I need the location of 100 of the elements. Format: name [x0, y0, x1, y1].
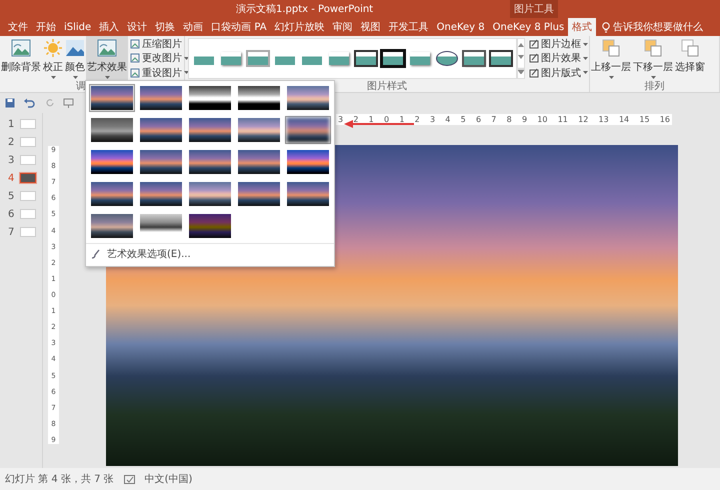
effect-thumbnail[interactable]	[138, 84, 184, 112]
ruler-number: 15	[639, 115, 650, 124]
scroll-up-icon[interactable]	[518, 43, 524, 48]
ruler-number: 13	[598, 115, 609, 124]
ribbon-tab[interactable]: 审阅	[328, 18, 357, 36]
effect-thumbnail[interactable]	[236, 84, 282, 112]
effect-thumbnail[interactable]	[138, 116, 184, 144]
ribbon-tab[interactable]: 开始	[32, 18, 60, 36]
ribbon-tab[interactable]: OneKey 8	[432, 18, 489, 36]
slide-thumbnail[interactable]	[20, 173, 36, 183]
ruler-number: 9	[522, 115, 528, 124]
layers-icon	[680, 38, 700, 58]
ruler-number: 2	[414, 115, 420, 124]
pencil-frame-icon	[529, 39, 539, 50]
slide-thumbnail[interactable]	[20, 137, 36, 147]
group-label: 排列	[644, 81, 666, 92]
ribbon-button[interactable]: 图片边框	[529, 37, 588, 52]
ribbon-button[interactable]: 下移一层	[632, 36, 674, 81]
ribbon-tab[interactable]: 格式	[568, 18, 596, 36]
ribbon-tab[interactable]: 动画	[179, 18, 208, 36]
ribbon-button[interactable]: 校正	[42, 36, 64, 81]
ribbon-tab[interactable]: 视图	[356, 18, 385, 36]
picture-icon	[130, 39, 140, 50]
effect-thumbnail[interactable]	[187, 148, 233, 176]
ribbon-button[interactable]: 上移一层	[590, 36, 632, 81]
ribbon-tab[interactable]: OneKey 8 Plus	[488, 18, 568, 36]
ribbon-button[interactable]: 更改图片	[130, 51, 189, 66]
ruler-number: 1	[399, 115, 404, 124]
ruler-number: 4	[445, 115, 450, 124]
ribbon-tab[interactable]: iSlide	[60, 18, 96, 36]
ribbon-tab[interactable]: 开发工具	[384, 18, 433, 36]
ruler-number: 8	[506, 115, 512, 124]
slide-number: 7	[8, 226, 15, 238]
presentation-icon[interactable]	[63, 98, 74, 108]
effect-thumbnail[interactable]	[89, 212, 135, 240]
language-label[interactable]: 中文(中国)	[144, 472, 192, 486]
effect-thumbnail[interactable]	[89, 84, 135, 112]
ruler-number: 16	[660, 115, 670, 124]
effect-thumbnail[interactable]	[236, 180, 282, 208]
effect-thumbnail[interactable]	[285, 116, 331, 144]
slide-thumbnail[interactable]	[20, 209, 36, 219]
effect-thumbnail[interactable]	[285, 180, 331, 208]
effect-thumbnail[interactable]	[89, 148, 135, 176]
tell-me-field[interactable]: 告诉我你想要做什么	[602, 18, 704, 36]
effect-thumbnail[interactable]	[236, 148, 282, 176]
ruler-number: 10	[537, 115, 548, 124]
slide-thumbnail[interactable]	[20, 227, 36, 237]
picture-style-thumbnail[interactable]	[408, 49, 432, 68]
slide-thumbnail[interactable]	[20, 155, 36, 165]
menu-item[interactable]: 艺术效果选项(E)...	[86, 243, 334, 266]
ruler-number: 3	[430, 115, 436, 124]
undo-icon[interactable]	[23, 98, 37, 108]
scroll-down-icon[interactable]	[518, 55, 524, 60]
ribbon-tab[interactable]: 设计	[123, 18, 152, 36]
effect-thumbnail[interactable]	[138, 148, 184, 176]
slide-thumbnail[interactable]	[20, 191, 36, 201]
ribbon-button[interactable]: 压缩图片	[130, 37, 189, 52]
ribbon-tab[interactable]: 口袋动画 PA	[207, 18, 271, 36]
effect-thumbnail[interactable]	[187, 84, 233, 112]
ribbon-button[interactable]: 删除背景	[0, 36, 42, 81]
effect-thumbnail[interactable]	[285, 148, 331, 176]
slide-number: 1	[8, 118, 15, 130]
spellcheck-icon[interactable]	[124, 474, 135, 484]
ribbon-button[interactable]: 图片效果	[529, 51, 588, 66]
sun-icon	[43, 38, 63, 58]
effect-thumbnail[interactable]	[138, 180, 184, 208]
ribbon-tab[interactable]: 文件	[4, 18, 32, 36]
picture-style-thumbnail[interactable]	[462, 49, 486, 68]
ribbon-tab[interactable]: 幻灯片放映	[270, 18, 329, 36]
ribbon-button[interactable]: 选择窗	[674, 36, 706, 81]
effect-thumbnail[interactable]	[285, 84, 331, 112]
picture-style-thumbnail[interactable]	[327, 49, 351, 68]
expand-gallery-icon[interactable]	[518, 68, 524, 74]
slide-number: 4	[8, 172, 15, 184]
save-icon[interactable]	[5, 98, 15, 108]
group-label: 调	[75, 81, 87, 92]
ruler-number: 0	[384, 115, 390, 124]
effect-thumbnail[interactable]	[89, 116, 135, 144]
ruler-number: 7	[491, 115, 496, 124]
mountain-icon	[65, 38, 85, 58]
ribbon-button[interactable]: 艺术效果	[86, 36, 128, 81]
slide-thumbnail[interactable]	[20, 119, 36, 129]
picture-style-thumbnail[interactable]	[219, 49, 243, 68]
effect-thumbnail[interactable]	[187, 116, 233, 144]
ribbon-tab[interactable]: 切换	[151, 18, 180, 36]
effect-thumbnail[interactable]	[236, 116, 282, 144]
effect-thumbnail[interactable]	[187, 212, 233, 240]
effect-thumbnail[interactable]	[89, 180, 135, 208]
ruler-number: 11	[558, 115, 568, 124]
ribbon-button[interactable]: 重设图片	[130, 66, 189, 80]
effect-thumbnail[interactable]	[187, 180, 233, 208]
window-title: 演示文稿1.pptx - PowerPoint	[236, 2, 374, 16]
picture-icon	[130, 68, 140, 78]
picture-style-thumbnail[interactable]	[435, 49, 459, 68]
ruler-number: 1	[368, 115, 374, 124]
lightbulb-icon	[602, 22, 610, 32]
ribbon-tab[interactable]: 插入	[95, 18, 124, 36]
ribbon-button[interactable]: 颜色	[64, 36, 86, 81]
slide-number: 5	[8, 190, 15, 202]
ribbon-button[interactable]: 图片版式	[529, 66, 588, 80]
